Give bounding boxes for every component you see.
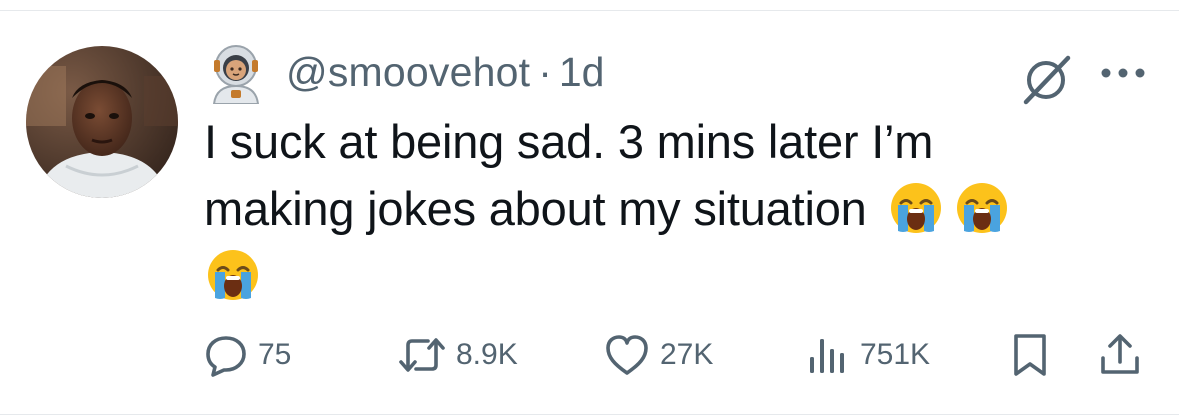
- grok-icon[interactable]: [1018, 52, 1074, 108]
- like-count: 27K: [660, 338, 714, 371]
- tweet-text-line-1: I suck at being sad. 3 mins later I’m: [204, 115, 934, 168]
- tweet-text-line-2-text: making jokes about my situation: [204, 182, 867, 235]
- tweet-header: @smoovehot · 1d: [204, 40, 605, 105]
- views-button[interactable]: 751K: [806, 330, 930, 380]
- tweet-text-line-3: [204, 242, 1124, 309]
- bookmark-button[interactable]: [1010, 330, 1050, 380]
- crying-face-emoji-icon: [206, 248, 260, 302]
- crying-face-emoji-icon: [889, 181, 943, 235]
- reply-icon: [204, 333, 248, 377]
- avatar[interactable]: [26, 46, 178, 198]
- repost-button[interactable]: 8.9K: [398, 330, 518, 380]
- heart-icon: [604, 333, 650, 377]
- separator-dot: ·: [538, 48, 552, 95]
- crying-face-emoji-icon: [955, 181, 1009, 235]
- action-bar: 75 8.9K 27K 751K: [0, 330, 1179, 380]
- top-divider: [0, 10, 1179, 11]
- share-icon: [1098, 332, 1142, 378]
- tweet-text-line-2: making jokes about my situation: [204, 175, 1124, 242]
- repost-count: 8.9K: [456, 338, 518, 371]
- more-icon[interactable]: [1100, 66, 1146, 78]
- like-button[interactable]: 27K: [604, 330, 713, 380]
- timestamp[interactable]: 1d: [559, 49, 605, 96]
- bookmark-icon: [1010, 332, 1050, 378]
- tweet-text: I suck at being sad. 3 mins later I’m ma…: [204, 108, 1124, 309]
- repost-icon: [398, 333, 446, 377]
- share-button[interactable]: [1098, 330, 1142, 380]
- reply-button[interactable]: 75: [204, 330, 291, 380]
- views-count: 751K: [860, 338, 931, 371]
- user-handle[interactable]: @smoovehot: [286, 49, 530, 96]
- astronaut-emoji-icon: [204, 40, 268, 105]
- views-icon: [806, 333, 850, 377]
- bottom-divider: [0, 414, 1179, 415]
- reply-count: 75: [258, 338, 292, 371]
